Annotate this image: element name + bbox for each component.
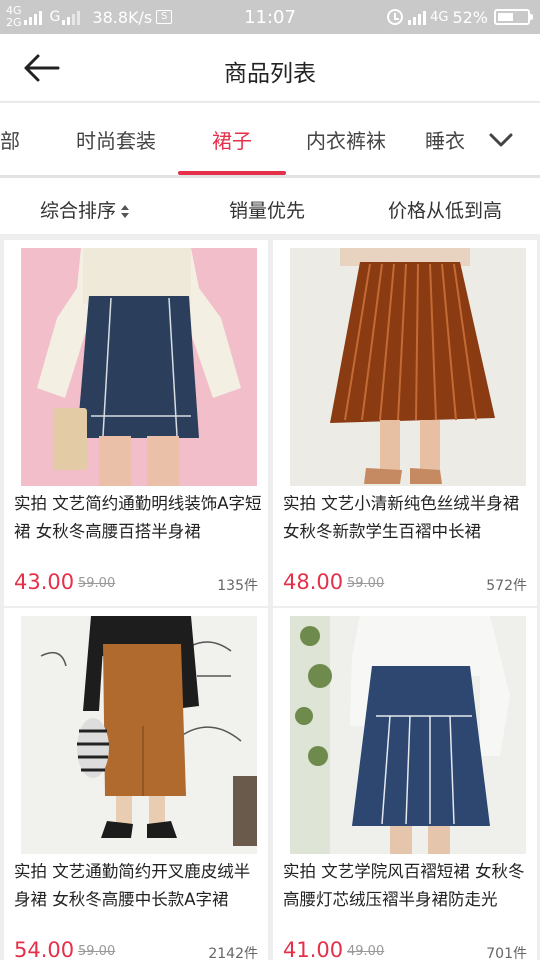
product-price: 54.00 <box>14 938 75 960</box>
battery-percent: 52% <box>452 7 488 27</box>
product-card[interactable]: 实拍 文艺小清新纯色丝绒半身裙 女秋冬新款学生百褶中长裙 48.00 59.00… <box>273 240 537 606</box>
product-image <box>21 248 257 486</box>
tab-underwear[interactable]: 内衣裤袜 <box>306 125 386 154</box>
product-name: 实拍 文艺简约通勤明线装饰A字短裙 女秋冬高腰百搭半身裙 <box>14 494 262 541</box>
product-sold-count: 701件 <box>486 946 527 960</box>
product-image <box>21 616 257 854</box>
chevron-down-icon <box>489 133 513 147</box>
alarm-icon <box>387 9 404 25</box>
app-header: 商品列表 <box>0 34 540 102</box>
product-sold-count: 2142件 <box>208 946 258 960</box>
tab-all[interactable]: 全部 <box>0 125 20 154</box>
sort-by-price-asc[interactable]: 价格从低到高 <box>388 196 502 223</box>
sort-arrows-icon <box>120 204 130 220</box>
tab-fashion-sets[interactable]: 时尚套装 <box>76 125 156 154</box>
page-title: 商品列表 <box>224 61 316 87</box>
tab-sleepwear[interactable]: 睡衣 <box>425 125 465 154</box>
product-card[interactable]: 实拍 文艺通勤简约开叉鹿皮绒半身裙 女秋冬高腰中长款A字裙 54.00 59.0… <box>4 608 268 960</box>
status-bar: 4G 2G G 38.8K/s S 11:07 4G 52% <box>0 0 540 34</box>
sort-by-sales[interactable]: 销量优先 <box>229 196 305 223</box>
product-name: 实拍 文艺通勤简约开叉鹿皮绒半身裙 女秋冬高腰中长款A字裙 <box>14 862 251 909</box>
product-grid: 实拍 文艺简约通勤明线装饰A字短裙 女秋冬高腰百搭半身裙 43.00 59.00… <box>0 234 540 960</box>
signal-icon-3 <box>408 9 428 25</box>
product-original-price: 59.00 <box>78 944 116 959</box>
expand-tabs-button[interactable] <box>486 125 516 155</box>
product-card[interactable]: 实拍 文艺学院风百褶短裙 女秋冬高腰灯芯绒压褶半身裙防走光 41.00 49.0… <box>273 608 537 960</box>
product-price: 41.00 <box>283 938 344 960</box>
product-name: 实拍 文艺小清新纯色丝绒半身裙 女秋冬新款学生百褶中长裙 <box>283 494 520 541</box>
product-sold-count: 135件 <box>217 578 258 594</box>
product-original-price: 49.00 <box>347 944 385 959</box>
sort-comprehensive[interactable]: 综合排序 <box>40 196 130 223</box>
product-price: 48.00 <box>283 570 344 594</box>
sort-bar: 综合排序 销量优先 价格从低到高 <box>0 178 540 234</box>
product-sold-count: 572件 <box>486 578 527 594</box>
product-price: 43.00 <box>14 570 75 594</box>
product-image <box>290 248 526 486</box>
product-card[interactable]: 实拍 文艺简约通勤明线装饰A字短裙 女秋冬高腰百搭半身裙 43.00 59.00… <box>4 240 268 606</box>
product-original-price: 59.00 <box>78 576 116 591</box>
product-image <box>290 616 526 854</box>
product-original-price: 59.00 <box>347 576 385 591</box>
battery-icon <box>494 9 533 25</box>
network-type-right: 4G <box>430 9 449 25</box>
product-name: 实拍 文艺学院风百褶短裙 女秋冬高腰灯芯绒压褶半身裙防走光 <box>283 862 525 909</box>
tab-skirts[interactable]: 裙子 <box>212 125 252 154</box>
category-tabs: 全部 时尚套装 裙子 内衣裤袜 睡衣 <box>0 103 540 175</box>
